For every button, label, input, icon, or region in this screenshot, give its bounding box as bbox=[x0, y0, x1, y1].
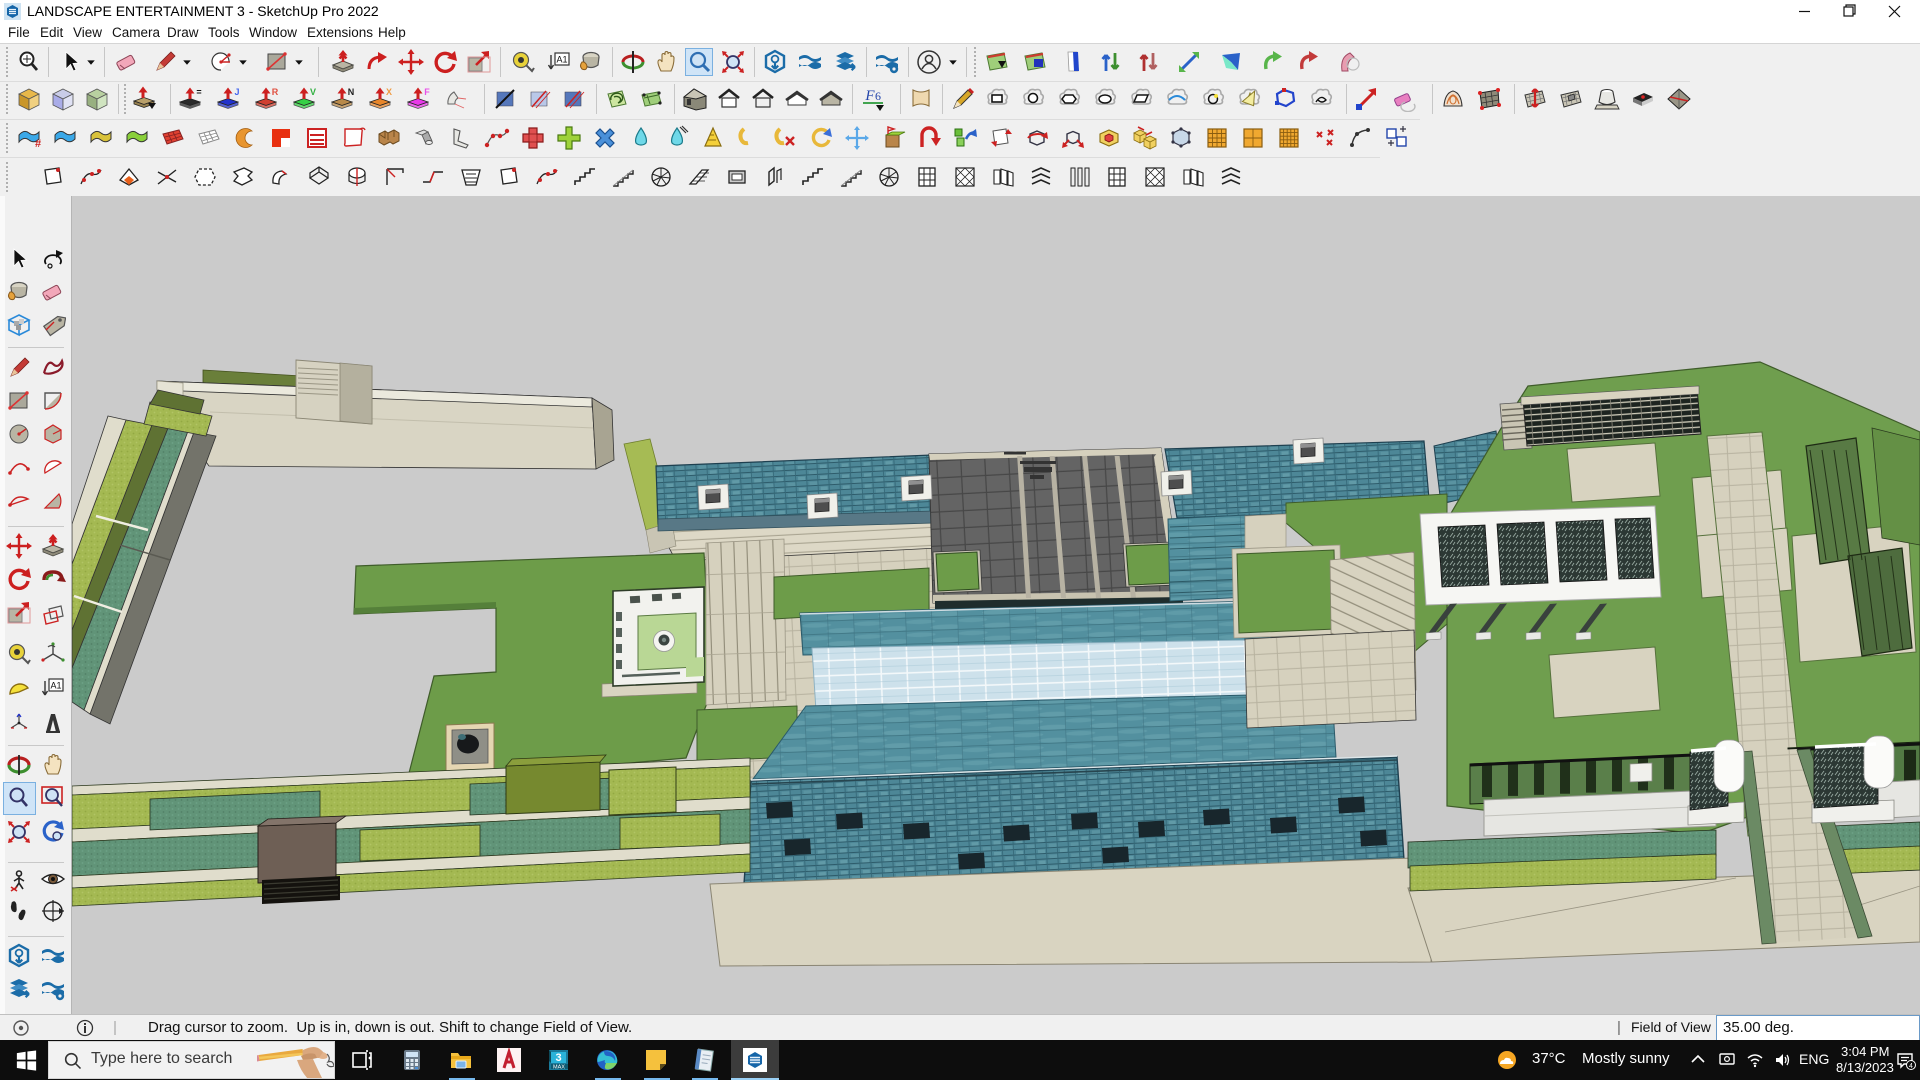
svg-text:6: 6 bbox=[875, 89, 881, 103]
svg-text:4: 4 bbox=[1909, 1063, 1913, 1070]
svg-text:#: # bbox=[35, 138, 41, 150]
svg-text:F: F bbox=[864, 88, 875, 104]
svg-text:A1: A1 bbox=[556, 55, 567, 65]
svg-text:=: = bbox=[196, 87, 201, 97]
svg-text:N: N bbox=[348, 87, 355, 97]
svg-text:3: 3 bbox=[555, 1052, 561, 1064]
svg-text:J: J bbox=[234, 87, 239, 97]
svg-text:X: X bbox=[386, 87, 392, 97]
svg-text:R: R bbox=[272, 87, 279, 97]
svg-text:F: F bbox=[424, 87, 430, 97]
svg-text:A1: A1 bbox=[50, 681, 61, 691]
svg-text:V: V bbox=[310, 87, 316, 97]
svg-text:MAX: MAX bbox=[553, 1065, 565, 1071]
